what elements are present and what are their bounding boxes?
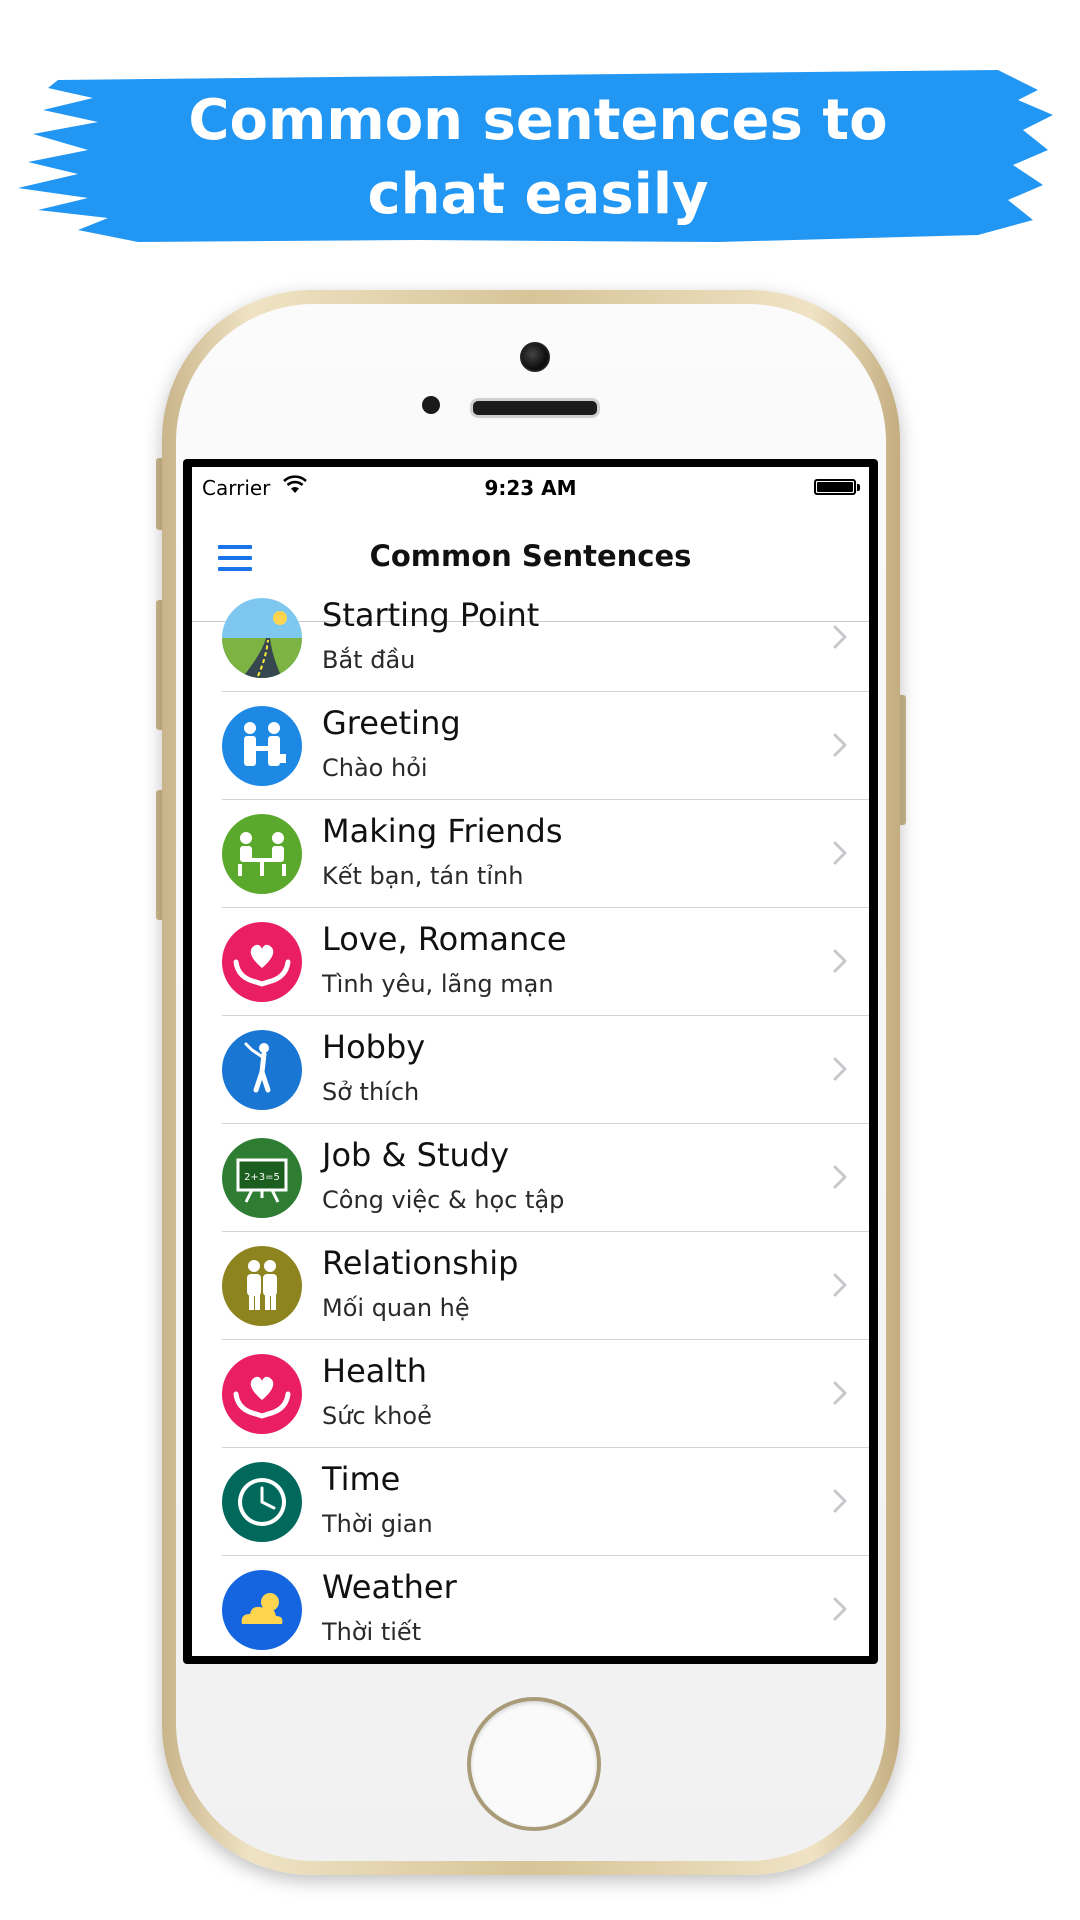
heart-hands-icon [222, 1354, 302, 1434]
banner-headline: Common sentences to chat easily [18, 84, 1058, 232]
list-item-subtitle: Công việc & học tập [322, 1186, 565, 1214]
phone-screen: Carrier 9:23 AM Common Sentences Startin… [183, 459, 878, 1664]
battery-icon [814, 479, 856, 495]
status-bar: Carrier 9:23 AM [192, 467, 869, 507]
list-item-subtitle: Kết bạn, tán tỉnh [322, 862, 524, 890]
svg-text:2+3=5: 2+3=5 [244, 1172, 280, 1183]
banner-line-1: Common sentences to [188, 88, 888, 153]
chevron-right-icon [832, 1380, 848, 1410]
clock-icon [222, 1462, 302, 1542]
chevron-right-icon [832, 732, 848, 762]
chevron-right-icon [832, 840, 848, 870]
list-item[interactable]: Health Sức khoẻ [192, 1340, 869, 1448]
earpiece-speaker [470, 398, 600, 418]
battery-tip [857, 484, 860, 491]
list-item-title: Hobby [322, 1028, 426, 1066]
couple-icon [222, 1246, 302, 1326]
list-item-title: Making Friends [322, 812, 563, 850]
proximity-sensor [422, 396, 440, 414]
chevron-right-icon [832, 948, 848, 978]
blackboard-icon: 2+3=5 [222, 1138, 302, 1218]
handshake-icon [222, 706, 302, 786]
front-camera [520, 342, 550, 372]
app-store-screenshot: Common sentences to chat easily Carrier [0, 0, 1080, 1920]
list-item-title: Greeting [322, 704, 461, 742]
list-item[interactable]: Greeting Chào hỏi [192, 692, 869, 800]
weather-icon [222, 1570, 302, 1650]
list-item[interactable]: Time Thời gian [192, 1448, 869, 1556]
home-button[interactable] [467, 1697, 601, 1831]
promo-banner: Common sentences to chat easily [18, 70, 1058, 245]
list-item-title: Relationship [322, 1244, 519, 1282]
heart-hands-icon [222, 922, 302, 1002]
list-item[interactable]: Love, Romance Tình yêu, lãng mạn [192, 908, 869, 1016]
chevron-right-icon [832, 624, 848, 654]
nav-title: Common Sentences [369, 539, 692, 573]
list-item-title: Love, Romance [322, 920, 567, 958]
status-time: 9:23 AM [484, 476, 577, 500]
list-item[interactable]: 2+3=5 Job & Study Công việc & học tập [192, 1124, 869, 1232]
list-item-subtitle: Sở thích [322, 1078, 420, 1106]
banner-line-2: chat easily [367, 162, 709, 227]
list-item-title: Health [322, 1352, 428, 1390]
list-item-subtitle: Thời tiết [322, 1618, 422, 1646]
list-item-subtitle: Tình yêu, lãng mạn [322, 970, 554, 998]
list-item-title: Starting Point [322, 596, 540, 634]
chevron-right-icon [832, 1164, 848, 1194]
friends-table-icon [222, 814, 302, 894]
list-item[interactable]: Making Friends Kết bạn, tán tỉnh [192, 800, 869, 908]
list-item[interactable]: Starting Point Bắt đầu [192, 584, 869, 692]
list-item[interactable]: Hobby Sở thích [192, 1016, 869, 1124]
chevron-right-icon [832, 1488, 848, 1518]
golfer-icon [222, 1030, 302, 1110]
list-item-subtitle: Mối quan hệ [322, 1294, 470, 1322]
list-item-title: Weather [322, 1568, 457, 1606]
chevron-right-icon [832, 1272, 848, 1302]
list-item[interactable]: Weather Thời tiết [192, 1556, 869, 1656]
chevron-right-icon [832, 1056, 848, 1086]
list-item-subtitle: Sức khoẻ [322, 1402, 432, 1430]
list-item-subtitle: Thời gian [322, 1510, 433, 1538]
road-icon [222, 598, 302, 678]
list-item[interactable]: Relationship Mối quan hệ [192, 1232, 869, 1340]
list-item-title: Job & Study [322, 1136, 510, 1174]
list-item-subtitle: Bắt đầu [322, 646, 416, 674]
category-list: Starting Point Bắt đầu Greeting Chào hỏi Mak… [192, 584, 869, 1656]
app-display: Carrier 9:23 AM Common Sentences Startin… [192, 467, 869, 1656]
chevron-right-icon [832, 1596, 848, 1626]
list-item-title: Time [322, 1460, 401, 1498]
list-item-subtitle: Chào hỏi [322, 754, 428, 782]
